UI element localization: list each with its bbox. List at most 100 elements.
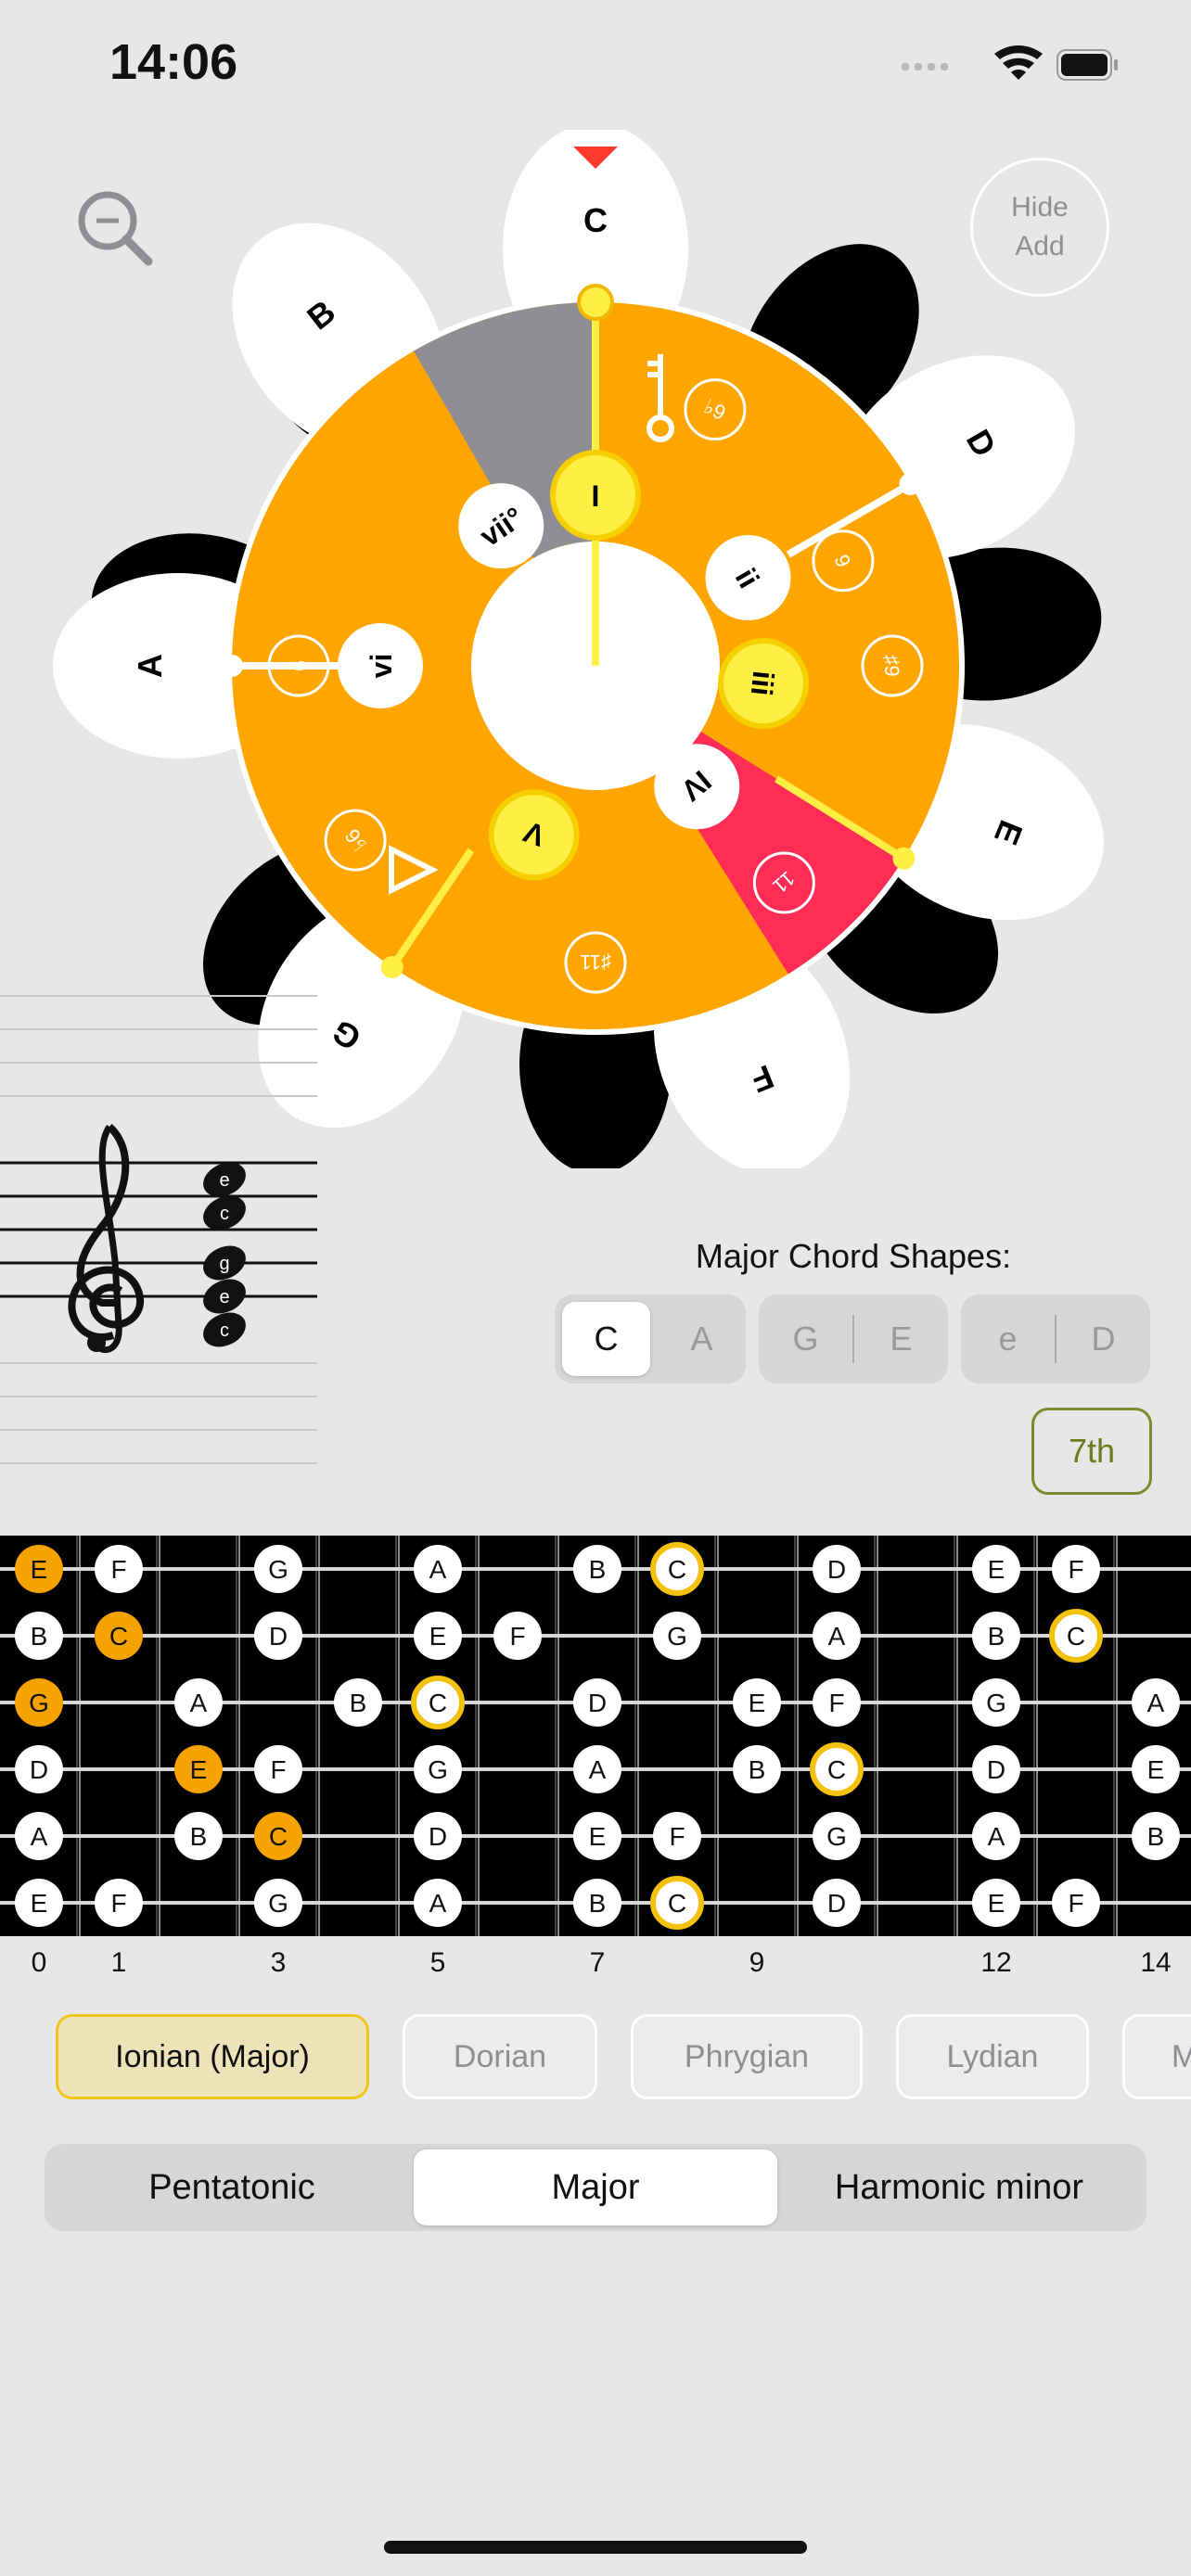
fret-note-label: G <box>667 1622 687 1651</box>
spoke-joint <box>380 955 403 978</box>
treble-clef-icon <box>68 1124 145 1354</box>
fret-note-label: C <box>668 1889 686 1918</box>
tonic-handle <box>577 284 614 321</box>
fret-note-label: E <box>190 1755 208 1784</box>
wifi-icon <box>994 45 1043 80</box>
fret-note-label: A <box>190 1689 208 1717</box>
fret-note-label: B <box>589 1889 607 1918</box>
fret-note-label: B <box>749 1755 766 1784</box>
fret-number: 3 <box>270 1947 287 1978</box>
mode-phrygian[interactable]: Phrygian <box>631 2014 863 2099</box>
mode-mixolydian-partial[interactable]: M <box>1122 2014 1191 2099</box>
fret-note-label: G <box>428 1755 448 1784</box>
fret-note-label: C <box>269 1822 288 1851</box>
staff-note-label: e <box>219 1170 229 1191</box>
fret-number: 9 <box>749 1947 765 1978</box>
extension-label: ♯11 <box>580 950 611 974</box>
fret-note-label: F <box>1068 1555 1083 1584</box>
spoke-joint <box>221 655 243 677</box>
fret-note-label: D <box>30 1755 48 1784</box>
fret-note-label: E <box>988 1889 1005 1918</box>
fret-note-label: B <box>31 1622 48 1651</box>
status-time: 14:06 <box>109 34 238 90</box>
staff-note-label: c <box>220 1204 229 1224</box>
fret-note-label: E <box>988 1555 1005 1584</box>
fret-note-label: E <box>31 1889 48 1918</box>
fret-note-label: B <box>1147 1822 1165 1851</box>
extension-label: ♯9 <box>880 655 903 676</box>
fret-note-label: D <box>987 1755 1005 1784</box>
fret-note-label: B <box>190 1822 208 1851</box>
fret-note-label: A <box>828 1622 846 1651</box>
degree-label: I <box>592 479 600 513</box>
scale-pentatonic[interactable]: Pentatonic <box>50 2149 414 2225</box>
chord-shape-group-2: G E <box>759 1294 948 1384</box>
fret-note-label: A <box>429 1889 447 1918</box>
fret-note-label: G <box>29 1689 49 1717</box>
fret-note-label: D <box>827 1555 846 1584</box>
fret-note-label: C <box>1067 1622 1085 1651</box>
shape-option-e[interactable]: E <box>854 1294 948 1384</box>
degree-label: vi <box>365 654 398 679</box>
fret-note-label: B <box>589 1555 607 1584</box>
fret-note-label: F <box>828 1689 844 1717</box>
fret-note-label: C <box>429 1689 447 1717</box>
fret-number: 7 <box>589 1947 606 1978</box>
fret-note-label: F <box>669 1822 685 1851</box>
chord-shape-group-3: e D <box>961 1294 1150 1384</box>
degree-label: iii <box>745 670 781 697</box>
staff-note-label: g <box>219 1254 229 1274</box>
scale-type-selector: Pentatonic Major Harmonic minor <box>45 2144 1146 2231</box>
scale-major[interactable]: Major <box>414 2149 777 2225</box>
fret-number: 5 <box>429 1947 446 1978</box>
fret-note-label: E <box>749 1689 766 1717</box>
fret-note-label: A <box>429 1555 447 1584</box>
fret-number: 1 <box>110 1947 127 1978</box>
fret-note-label: C <box>827 1755 846 1784</box>
fret-note-label: F <box>509 1622 525 1651</box>
fret-note-label: E <box>1147 1755 1165 1784</box>
battery-icon <box>1057 49 1118 81</box>
mode-ionian[interactable]: Ionian (Major) <box>56 2014 369 2099</box>
fret-note-label: B <box>988 1622 1005 1651</box>
scale-harmonic-minor[interactable]: Harmonic minor <box>777 2149 1141 2225</box>
spoke-joint <box>899 473 922 495</box>
extension-label: 6 <box>288 660 311 671</box>
seventh-button[interactable]: 7th <box>1031 1408 1152 1495</box>
fret-note-label: E <box>589 1822 607 1851</box>
fret-note-label: G <box>268 1889 288 1918</box>
fret-note-label: E <box>31 1555 48 1584</box>
fret-note-label: A <box>1147 1689 1165 1717</box>
fretboard[interactable]: E F G A B C D E F B C D E F G A B C G A B C D E F G A D E F G A B C D E A B C D… <box>0 1536 1191 1936</box>
fret-note-label: F <box>270 1755 286 1784</box>
staff-note-label: e <box>219 1287 229 1307</box>
chord-shape-group-1: C A <box>555 1294 746 1384</box>
fret-note-label: B <box>350 1689 367 1717</box>
staff-note-label: c <box>220 1320 229 1341</box>
fret-note-label: C <box>668 1555 686 1584</box>
mode-dorian[interactable]: Dorian <box>403 2014 597 2099</box>
fret-note-label: G <box>268 1555 288 1584</box>
fret-note-label: A <box>31 1822 48 1851</box>
fret-number: 0 <box>31 1947 47 1978</box>
fret-note-label: C <box>109 1622 128 1651</box>
status-icons <box>902 45 1118 81</box>
fret-note-label: G <box>826 1822 847 1851</box>
shape-option-a[interactable]: A <box>658 1294 746 1384</box>
fret-note-label: G <box>986 1689 1006 1717</box>
spoke-joint <box>892 847 916 870</box>
fret-note-label: F <box>110 1889 126 1918</box>
mode-lydian[interactable]: Lydian <box>896 2014 1089 2099</box>
fret-number: 14 <box>1140 1947 1172 1978</box>
shape-option-c[interactable]: C <box>562 1302 650 1376</box>
fret-note-label: A <box>988 1822 1005 1851</box>
fret-note-label: F <box>1068 1889 1083 1918</box>
fret-number: 12 <box>980 1947 1012 1978</box>
home-indicator <box>384 2541 807 2554</box>
music-staff: ecgec <box>0 995 317 1464</box>
fret-note-label: D <box>827 1889 846 1918</box>
shape-option-d[interactable]: D <box>1057 1294 1150 1384</box>
shape-option-g[interactable]: G <box>759 1294 852 1384</box>
note-label-c: C <box>583 201 608 239</box>
shape-option-e-small[interactable]: e <box>961 1294 1055 1384</box>
